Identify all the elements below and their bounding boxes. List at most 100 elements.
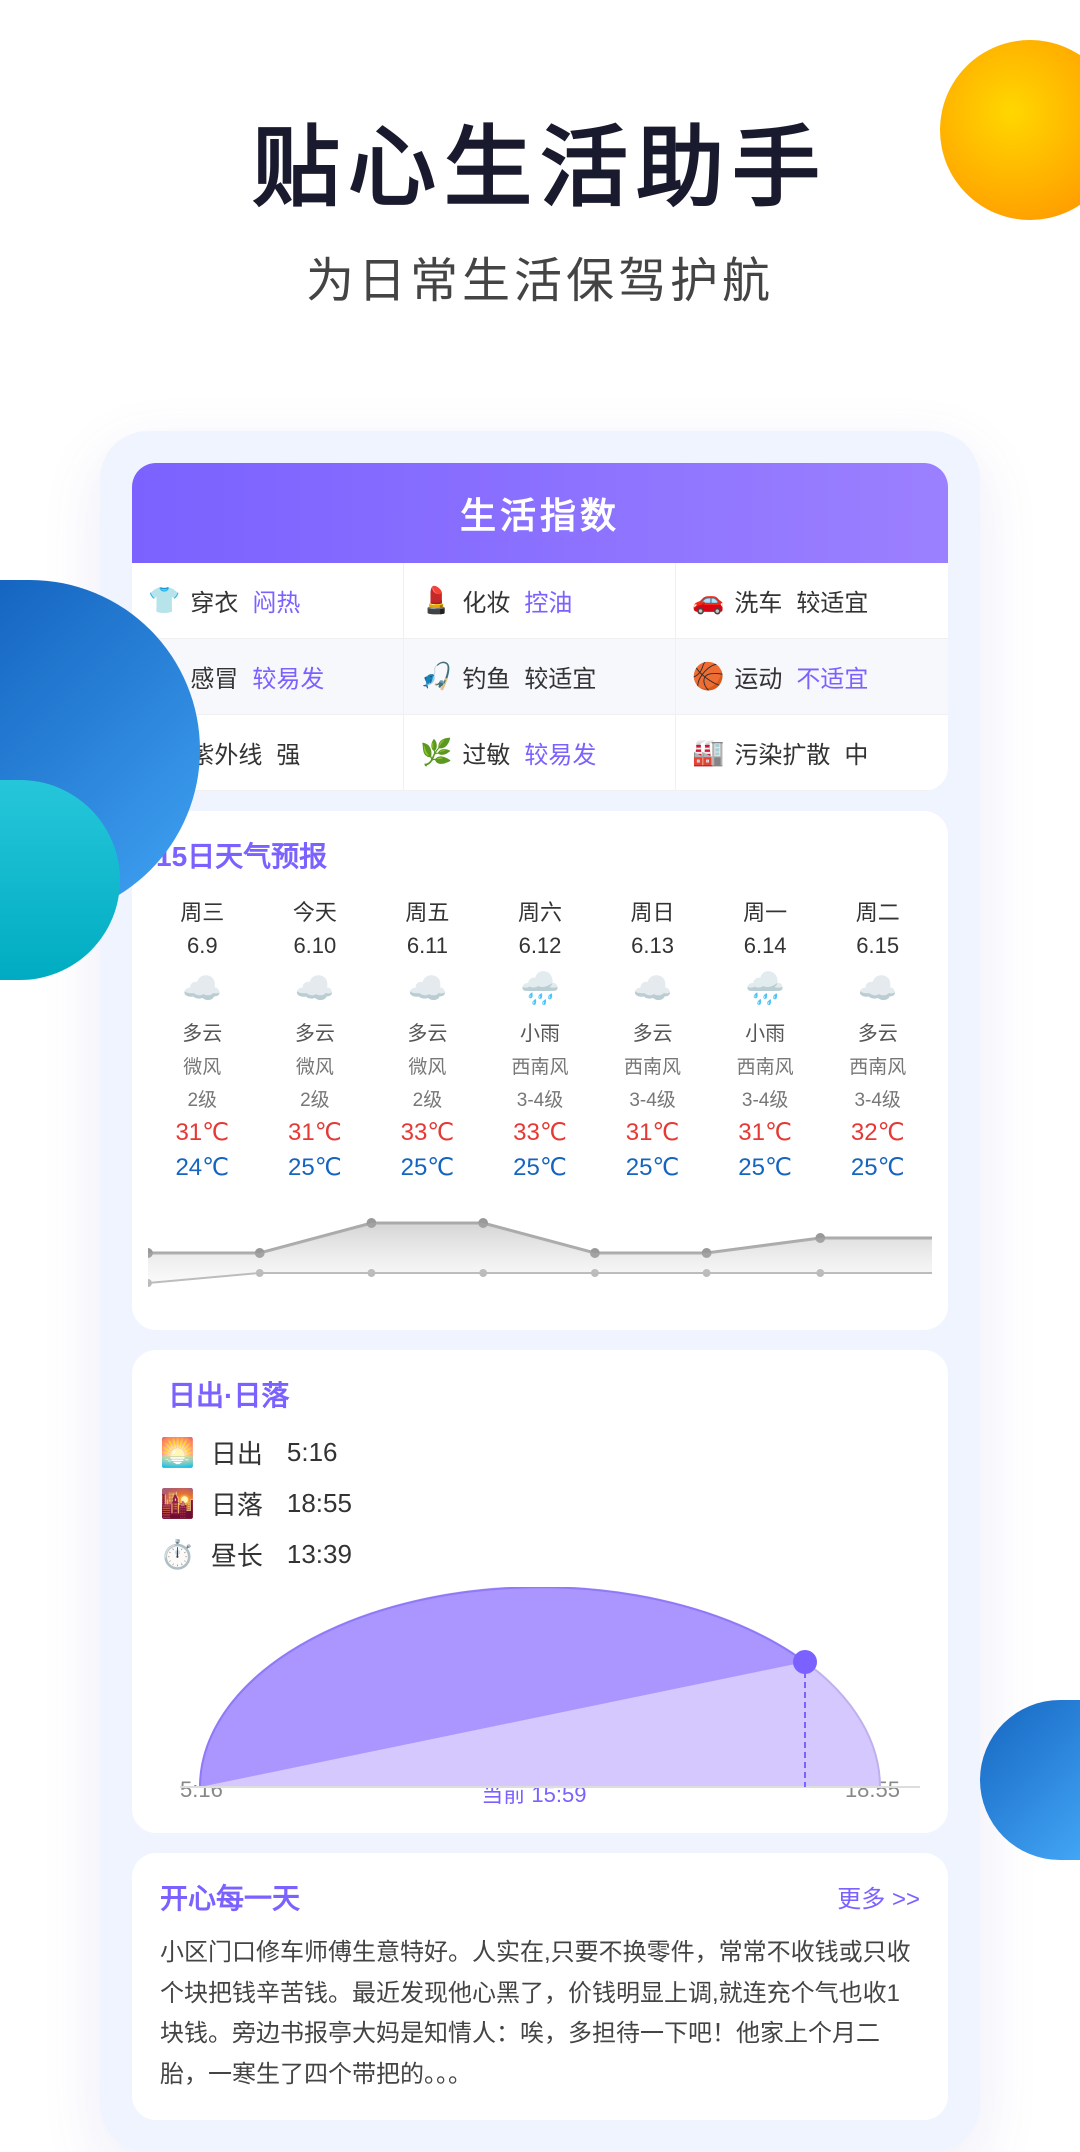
life-index-item-allergy: 🌿 过敏 较易发 [404, 715, 676, 791]
uv-label: 紫外线 [190, 735, 262, 770]
forecast-wind-0: 微风 [183, 1052, 221, 1079]
pollution-value: 中 [844, 735, 868, 770]
forecast-weekday-0: 周三 [180, 895, 224, 927]
carwash-label: 洗车 [734, 583, 782, 618]
forecast-date-0: 6.9 [187, 933, 218, 959]
forecast-date-5: 6.14 [744, 933, 787, 959]
life-index-item-sport: 🏀 运动 不适宜 [676, 639, 948, 715]
sun-section: 日出·日落 🌅 日出 5:16 🌇 日落 18:55 ⏱️ 昼长 13:39 [132, 1350, 948, 1833]
forecast-condition-4: 多云 [633, 1017, 673, 1046]
sunset-label: 日落 [211, 1485, 263, 1522]
forecast-weekday-6: 周二 [856, 895, 900, 927]
life-index-item-pollution: 🏭 污染扩散 中 [676, 715, 948, 791]
forecast-wind-6: 西南风 [849, 1052, 906, 1079]
temperature-chart [148, 1198, 932, 1298]
sun-section-title: 日出·日落 [160, 1374, 920, 1414]
happy-text: 小区门口修车师傅生意特好。人实在,只要不换零件，常常不收钱或只收个块把钱辛苦钱。… [160, 1933, 920, 2096]
forecast-grid: 周三 6.9 ☁️ 多云 微风 2级 31℃ 24℃ 今天 6.10 ☁️ 多云… [148, 895, 932, 1182]
forecast-weekday-2: 周五 [405, 895, 449, 927]
forecast-icon-1: ☁️ [295, 969, 335, 1007]
forecast-condition-5: 小雨 [745, 1017, 785, 1046]
clothing-icon: 👕 [148, 585, 180, 616]
daylength-label: 昼长 [211, 1536, 263, 1573]
life-index-item-fishing: 🎣 钓鱼 较适宜 [404, 639, 676, 715]
forecast-low-2: 25℃ [401, 1153, 455, 1182]
happy-section: 开心每一天 更多 >> 小区门口修车师傅生意特好。人实在,只要不换零件，常常不收… [132, 1853, 948, 2120]
fishing-icon: 🎣 [420, 661, 452, 692]
forecast-weekday-1: 今天 [293, 895, 337, 927]
hero-section: 贴心生活助手 为日常生活保驾护航 [0, 0, 1080, 371]
forecast-icon-2: ☁️ [408, 969, 448, 1007]
cold-value: 较易发 [252, 659, 324, 694]
makeup-icon: 💄 [420, 585, 452, 616]
forecast-level-1: 2级 [300, 1085, 330, 1112]
life-index-grid: 👕 穿衣 闷热 💄 化妆 控油 🚗 洗车 较适宜 💊 感冒 较易发 🎣 [132, 563, 948, 791]
forecast-level-5: 3-4级 [742, 1085, 788, 1112]
forecast-wind-5: 西南风 [737, 1052, 794, 1079]
forecast-low-3: 25℃ [513, 1153, 567, 1182]
makeup-label: 化妆 [462, 583, 510, 618]
forecast-icon-6: ☁️ [858, 969, 898, 1007]
forecast-wind-2: 微风 [408, 1052, 446, 1079]
forecast-section: 15日天气预报 周三 6.9 ☁️ 多云 微风 2级 31℃ 24℃ 今天 6.… [132, 811, 948, 1330]
forecast-day-0: 周三 6.9 ☁️ 多云 微风 2级 31℃ 24℃ [148, 895, 257, 1182]
forecast-wind-3: 西南风 [511, 1052, 568, 1079]
uv-value: 强 [276, 735, 300, 770]
daylength-row: ⏱️ 昼长 13:39 [160, 1536, 920, 1573]
pollution-icon: 🏭 [692, 737, 724, 768]
deco-right-circle [980, 1700, 1080, 1860]
forecast-high-6: 32℃ [851, 1118, 905, 1147]
sunset-row: 🌇 日落 18:55 [160, 1485, 920, 1522]
forecast-date-4: 6.13 [631, 933, 674, 959]
forecast-condition-6: 多云 [858, 1017, 898, 1046]
forecast-high-4: 31℃ [626, 1118, 680, 1147]
forecast-wind-4: 西南风 [624, 1052, 681, 1079]
forecast-wind-1: 微风 [296, 1052, 334, 1079]
happy-title: 开心每一天 [160, 1877, 300, 1917]
sun-dial [160, 1587, 920, 1807]
life-index-item-makeup: 💄 化妆 控油 [404, 563, 676, 639]
forecast-icon-3: 🌧️ [520, 969, 560, 1007]
forecast-day-3: 周六 6.12 🌧️ 小雨 西南风 3-4级 33℃ 25℃ [486, 895, 595, 1182]
forecast-day-1: 今天 6.10 ☁️ 多云 微风 2级 31℃ 25℃ [261, 895, 370, 1182]
sport-icon: 🏀 [692, 661, 724, 692]
forecast-high-5: 31℃ [738, 1118, 792, 1147]
forecast-low-1: 25℃ [288, 1153, 342, 1182]
forecast-high-3: 33℃ [513, 1118, 567, 1147]
forecast-level-0: 2级 [187, 1085, 217, 1112]
sunrise-row: 🌅 日出 5:16 [160, 1434, 920, 1471]
forecast-date-3: 6.12 [519, 933, 562, 959]
forecast-condition-1: 多云 [295, 1017, 335, 1046]
allergy-value: 较易发 [524, 735, 596, 770]
life-index-item-carwash: 🚗 洗车 较适宜 [676, 563, 948, 639]
sunrise-time: 5:16 [287, 1437, 338, 1468]
sunset-icon: 🌇 [160, 1487, 195, 1520]
forecast-day-5: 周一 6.14 🌧️ 小雨 西南风 3-4级 31℃ 25℃ [711, 895, 820, 1182]
daylength-value: 13:39 [287, 1539, 352, 1570]
life-index-title: 生活指数 [460, 495, 620, 536]
forecast-title: 15日天气预报 [148, 835, 932, 875]
life-index-header: 生活指数 [132, 463, 948, 563]
forecast-day-6: 周二 6.15 ☁️ 多云 西南风 3-4级 32℃ 25℃ [823, 895, 932, 1182]
forecast-level-4: 3-4级 [629, 1085, 675, 1112]
forecast-level-2: 2级 [413, 1085, 443, 1112]
forecast-high-0: 31℃ [175, 1118, 229, 1147]
forecast-date-1: 6.10 [293, 933, 336, 959]
life-index-card: 生活指数 👕 穿衣 闷热 💄 化妆 控油 🚗 洗车 较适宜 💊 感冒 [132, 463, 948, 791]
forecast-weekday-3: 周六 [518, 895, 562, 927]
clothing-label: 穿衣 [190, 583, 238, 618]
forecast-weekday-5: 周一 [743, 895, 787, 927]
carwash-icon: 🚗 [692, 585, 724, 616]
sunrise-label: 日出 [211, 1434, 263, 1471]
happy-more-link[interactable]: 更多 >> [837, 1879, 920, 1914]
forecast-low-5: 25℃ [738, 1153, 792, 1182]
sunrise-icon: 🌅 [160, 1436, 195, 1469]
sunset-time: 18:55 [287, 1488, 352, 1519]
forecast-high-2: 33℃ [401, 1118, 455, 1147]
forecast-icon-5: 🌧️ [745, 969, 785, 1007]
allergy-icon: 🌿 [420, 737, 452, 768]
forecast-condition-3: 小雨 [520, 1017, 560, 1046]
forecast-day-2: 周五 6.11 ☁️ 多云 微风 2级 33℃ 25℃ [373, 895, 482, 1182]
fishing-label: 钓鱼 [462, 659, 510, 694]
forecast-icon-4: ☁️ [633, 969, 673, 1007]
